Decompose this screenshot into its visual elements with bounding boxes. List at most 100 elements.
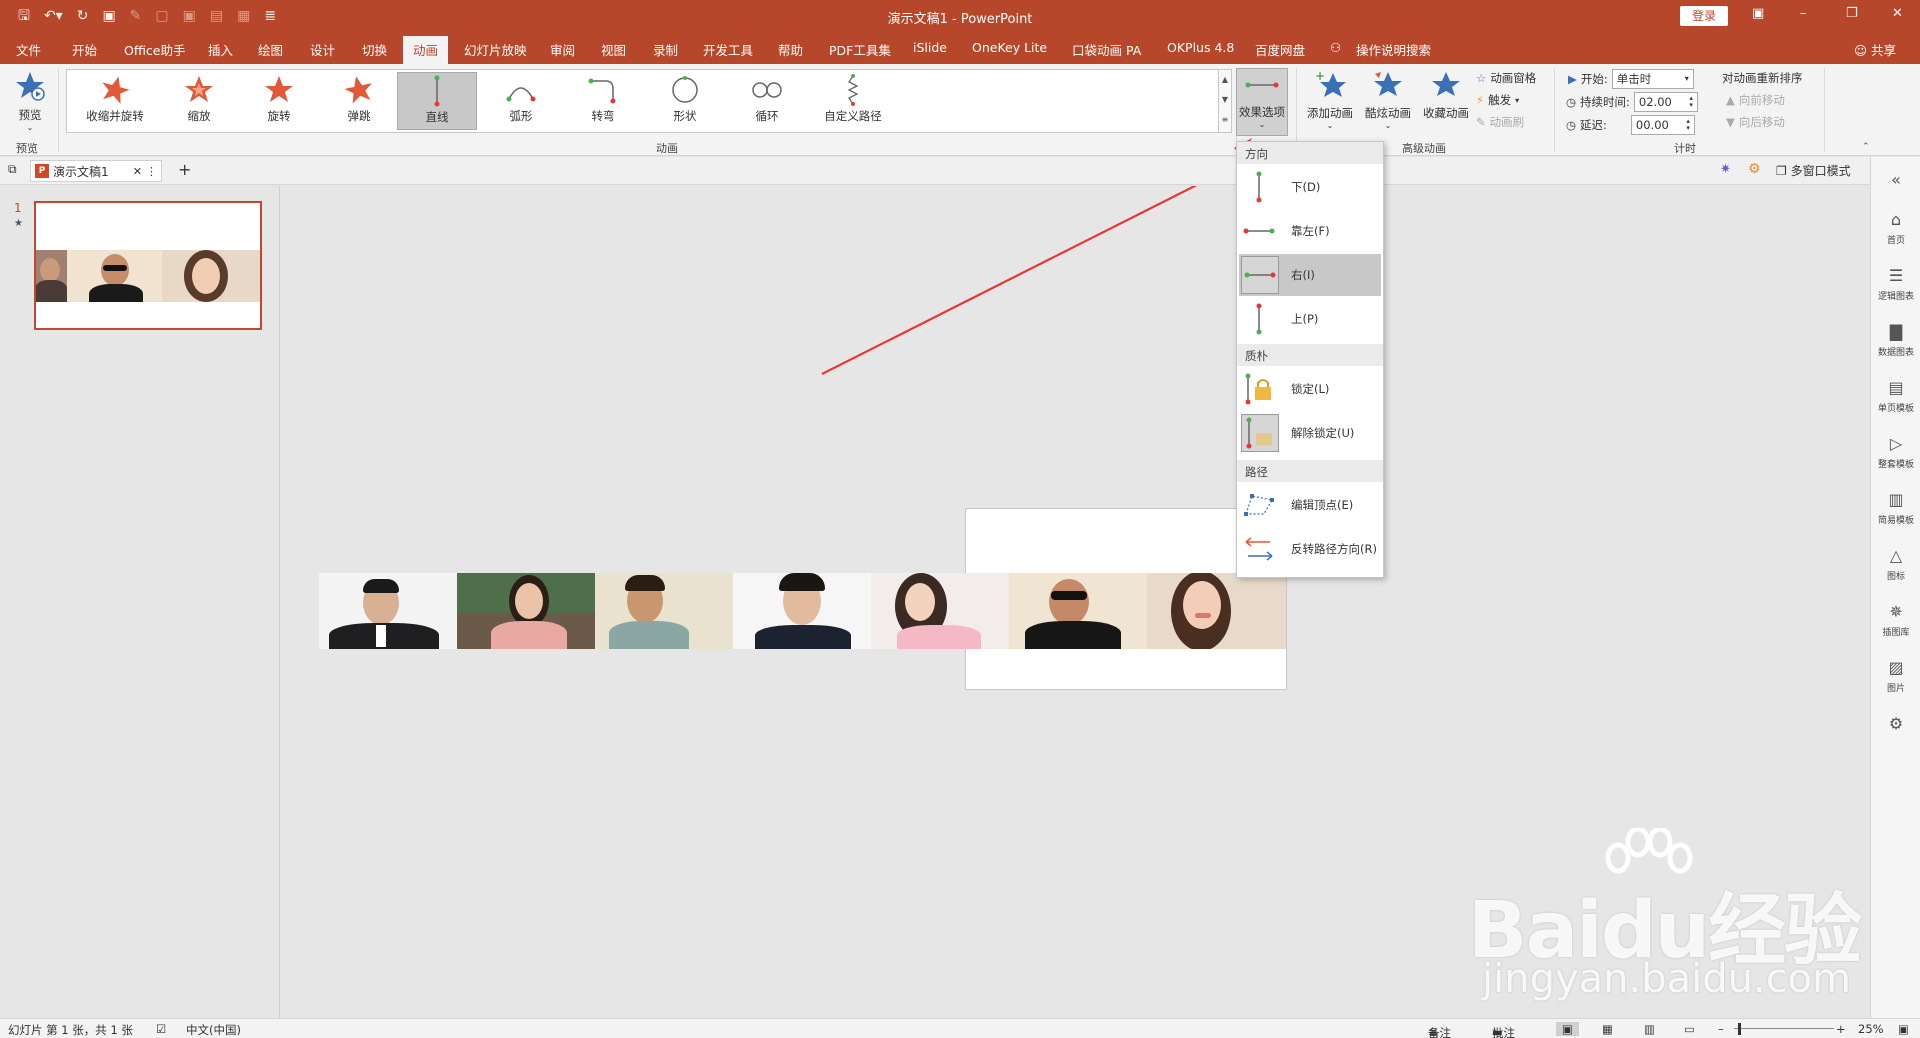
side-collapse-icon[interactable]: « — [1871, 167, 1920, 193]
ribbon-display-icon[interactable]: ▣ — [1752, 6, 1764, 21]
tab-okplus[interactable]: OKPlus 4.8 — [1167, 40, 1234, 55]
collapse-ribbon-icon[interactable]: ⌃ — [1862, 142, 1870, 152]
side-item-pictures[interactable]: ▨ 图片 — [1871, 655, 1920, 694]
gallery-item-arcs[interactable]: 弧形 — [485, 72, 557, 130]
accessibility-icon[interactable]: ☑ — [156, 1022, 166, 1036]
direction-left-item[interactable]: 靠左(F) — [1239, 210, 1381, 252]
side-item-simple-template[interactable]: ▥ 简易模板 — [1871, 487, 1920, 526]
spinner-icon[interactable]: ▴ ▾ — [1686, 118, 1690, 132]
animation-pane-button[interactable]: ☆ 动画窗格 — [1476, 70, 1536, 86]
fit-slide-icon[interactable]: ▣ — [1898, 1022, 1909, 1036]
direction-up-item[interactable]: 上(P) — [1239, 298, 1381, 340]
move-later-button[interactable]: ▼ 向后移动 — [1726, 114, 1785, 130]
gallery-scroll-up-icon[interactable]: ▲ — [1219, 70, 1231, 90]
tab-animations[interactable]: 动画 — [403, 36, 449, 64]
gallery-item-turns[interactable]: 转弯 — [567, 72, 639, 130]
tab-developer[interactable]: 开发工具 — [703, 40, 753, 59]
duration-input[interactable]: 02.00 ▴ ▾ — [1633, 92, 1698, 112]
reading-view-icon[interactable]: ▥ — [1644, 1022, 1655, 1036]
gallery-item-zoom[interactable]: 缩放 — [163, 72, 235, 130]
new-tab-icon[interactable]: + — [178, 160, 191, 179]
lock-item[interactable]: 锁定(L) — [1239, 368, 1381, 410]
tab-islide[interactable]: iSlide — [913, 40, 947, 55]
zoom-out-icon[interactable]: – — [1718, 1022, 1724, 1036]
share-button[interactable]: ☺ 共享 — [1854, 40, 1896, 59]
document-tab[interactable]: P 演示文稿1 ✕ ⋮ — [30, 160, 162, 182]
tab-office-helper[interactable]: Office助手 — [124, 40, 186, 59]
more-icon[interactable]: ⋮ — [146, 165, 157, 178]
side-item-home[interactable]: ⌂ 首页 — [1871, 207, 1920, 246]
minimize-icon[interactable]: – — [1800, 6, 1807, 21]
side-item-single-template[interactable]: ▤ 单页模板 — [1871, 375, 1920, 414]
close-icon[interactable]: ✕ — [1892, 6, 1903, 21]
slide-sorter-icon[interactable]: ▦ — [1602, 1022, 1613, 1036]
edit-points-item[interactable]: 编辑顶点(E) — [1239, 484, 1381, 526]
move-earlier-button[interactable]: ▲ 向前移动 — [1726, 92, 1785, 108]
effect-options-button[interactable]: 效果选项 ⌄ — [1236, 68, 1288, 136]
gallery-item-shapes[interactable]: 形状 — [649, 72, 721, 130]
start-select[interactable]: 单击时 ▾ — [1611, 69, 1694, 89]
spinner-icon[interactable]: ▴ ▾ — [1689, 95, 1693, 109]
login-button[interactable]: 登录 — [1680, 6, 1728, 26]
tab-home[interactable]: 开始 — [72, 40, 97, 59]
normal-view-icon[interactable]: ▣ — [1556, 1022, 1579, 1036]
zoom-level[interactable]: 25% — [1858, 1022, 1884, 1036]
tab-view[interactable]: 视图 — [601, 40, 626, 59]
tab-file[interactable]: 文件 — [16, 40, 41, 59]
zoom-slider[interactable] — [1734, 1028, 1834, 1029]
collect-animation-button[interactable]: 收藏动画 — [1418, 68, 1474, 121]
preview-button[interactable]: 预览 ⌄ — [10, 68, 50, 132]
unlock-item[interactable]: 解除锁定(U) — [1239, 412, 1381, 454]
tell-me-search[interactable]: 操作说明搜索 — [1356, 40, 1431, 59]
tab-record[interactable]: 录制 — [653, 40, 678, 59]
gallery-item-custom-path[interactable]: 自定义路径 — [811, 72, 895, 130]
tab-transitions[interactable]: 切换 — [362, 40, 387, 59]
side-item-illustrations[interactable]: ✵ 插图库 — [1871, 599, 1920, 638]
multiwindow-button[interactable]: ❐ 多窗口模式 — [1776, 162, 1851, 179]
tab-pocket-animation[interactable]: 口袋动画 PA — [1072, 40, 1141, 59]
gallery-item-bounce[interactable]: 弹跳 — [323, 72, 395, 130]
gallery-item-loops[interactable]: 循环 — [731, 72, 803, 130]
tab-design[interactable]: 设计 — [310, 40, 335, 59]
side-item-icons[interactable]: △ 图标 — [1871, 543, 1920, 582]
close-icon[interactable]: ✕ — [133, 165, 142, 178]
tab-insert[interactable]: 插入 — [208, 40, 233, 59]
slide-thumbnail[interactable] — [34, 201, 262, 330]
restore-icon[interactable]: ❐ — [1846, 6, 1858, 21]
tab-review[interactable]: 审阅 — [550, 40, 575, 59]
tab-pdf-tools[interactable]: PDF工具集 — [829, 40, 891, 59]
trigger-button[interactable]: ⚡ 触发 ▾ — [1476, 92, 1519, 108]
slideshow-view-icon[interactable]: ▭ — [1684, 1022, 1695, 1036]
gallery-item-shrink-turn[interactable]: 收缩并旋转 — [73, 72, 157, 130]
tab-draw[interactable]: 绘图 — [258, 40, 283, 59]
document-tab-bar: ⧉ P 演示文稿1 ✕ ⋮ + ✷ ⚙ ❐ 多窗口模式 — [0, 157, 1920, 185]
gear-icon[interactable]: ⚙ — [1748, 161, 1761, 177]
animation-painter-button[interactable]: ✎ 动画刷 — [1476, 114, 1524, 130]
tab-onekey-lite[interactable]: OneKey Lite — [972, 40, 1047, 55]
cool-animation-star-icon — [1374, 72, 1402, 96]
tab-help[interactable]: 帮助 — [778, 40, 803, 59]
gallery-expand-icon[interactable]: ≡ — [1219, 110, 1231, 130]
side-item-full-template[interactable]: ▷ 整套模板 — [1871, 431, 1920, 470]
tab-slideshow[interactable]: 幻灯片放映 — [464, 40, 527, 59]
cool-animation-button[interactable]: 酷炫动画 ⌄ — [1360, 68, 1416, 130]
reverse-path-item[interactable]: 反转路径方向(R) — [1239, 528, 1381, 570]
language-status[interactable]: 中文(中国) — [186, 1022, 241, 1038]
gallery-scrollbar[interactable]: ▲ ▼ ≡ — [1218, 69, 1232, 133]
side-settings-button[interactable]: ⚙ — [1871, 711, 1920, 737]
tab-list-icon[interactable]: ⧉ — [8, 162, 17, 177]
add-animation-button[interactable]: + 添加动画 ⌄ — [1302, 68, 1358, 130]
sparkle-icon[interactable]: ✷ — [1720, 162, 1731, 177]
direction-right-item[interactable]: 右(I) — [1239, 254, 1381, 296]
side-item-logic-chart[interactable]: ☰ 逻辑图表 — [1871, 263, 1920, 302]
tab-baidu-netdisk[interactable]: 百度网盘 — [1255, 40, 1305, 59]
gallery-item-spin[interactable]: 旋转 — [243, 72, 315, 130]
gallery-item-lines[interactable]: 直线 — [397, 72, 477, 130]
side-item-data-chart[interactable]: ▇ 数据图表 — [1871, 319, 1920, 358]
gallery-label: 旋转 — [267, 109, 291, 123]
gallery-scroll-down-icon[interactable]: ▼ — [1219, 90, 1231, 110]
zoom-slider-thumb[interactable] — [1738, 1023, 1741, 1035]
delay-input[interactable]: 00.00 ▴ ▾ — [1630, 115, 1695, 135]
direction-down-item[interactable]: 下(D) — [1239, 166, 1381, 208]
zoom-in-icon[interactable]: + — [1836, 1022, 1846, 1036]
